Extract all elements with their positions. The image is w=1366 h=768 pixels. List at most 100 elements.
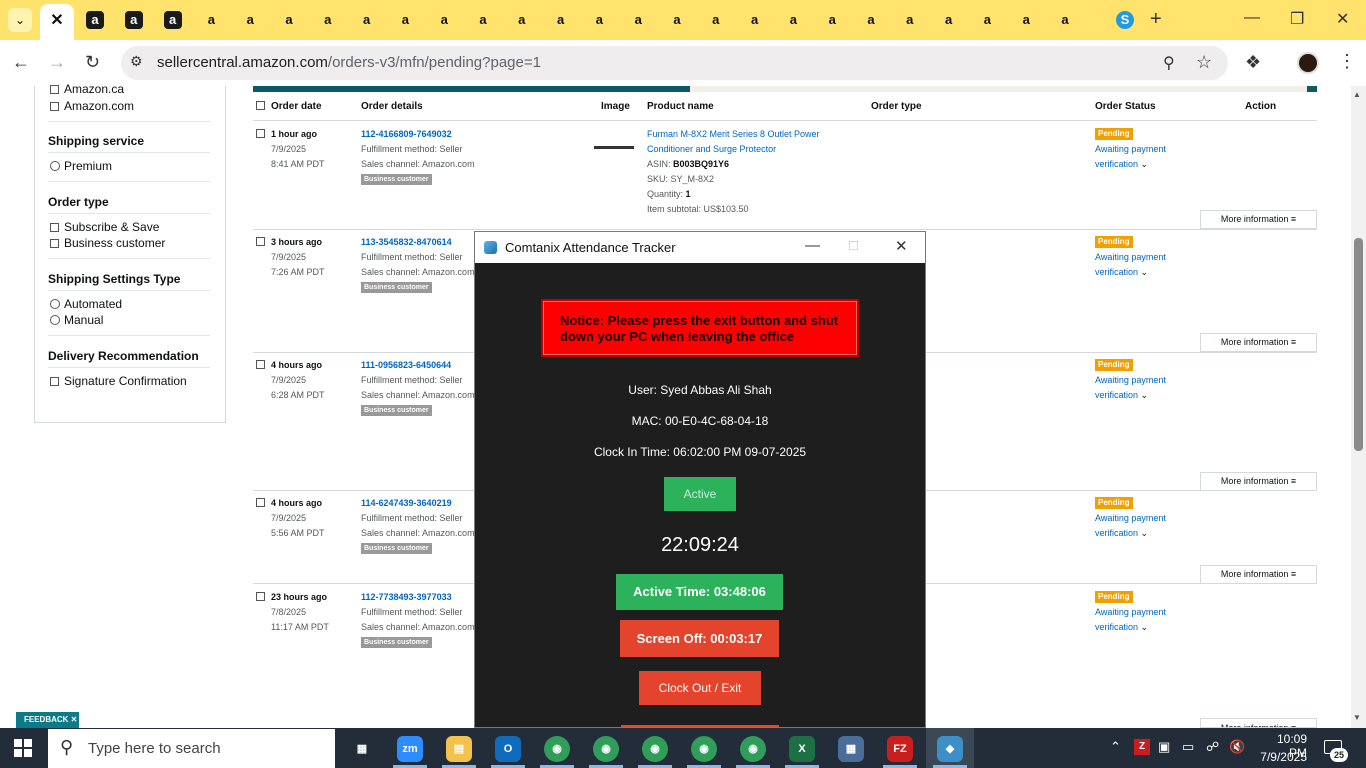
restore-icon[interactable]: ❐ [1290, 9, 1304, 29]
minimize-icon[interactable]: — [1244, 9, 1260, 27]
amazon-light-tab-icon[interactable]: a [202, 11, 220, 29]
order-id-link[interactable]: 111-0956823-6450644 [361, 360, 451, 370]
taskbar-chrome-icon[interactable]: ◉ [544, 736, 570, 762]
filter-marketplace-amazon-com[interactable]: Amazon.com [50, 99, 134, 113]
amazon-light-tab-icon[interactable]: a [940, 11, 958, 29]
volume-muted-icon[interactable]: 🔇 [1229, 739, 1245, 755]
tracker-title-bar[interactable]: Comtanix Attendance Tracker — □ ✕ [475, 232, 925, 263]
verification-dropdown[interactable]: verification ⌄ [1095, 622, 1148, 633]
taskbar-attendance-tracker-icon[interactable]: ◆ [937, 736, 963, 762]
amazon-light-tab-icon[interactable]: a [474, 11, 492, 29]
amazon-light-tab-icon[interactable]: a [823, 11, 841, 29]
active-tab-close-icon[interactable]: ✕ [40, 4, 74, 40]
amazon-light-tab-icon[interactable]: a [319, 11, 337, 29]
tracker-minimize-icon[interactable]: — [805, 237, 820, 254]
filter-automated[interactable]: Automated [50, 297, 122, 311]
amazon-dark-tab-icon[interactable]: a [86, 11, 104, 29]
filezilla-tray-icon[interactable]: Z [1134, 739, 1150, 755]
scroll-up-arrow-icon[interactable]: ▲ [1353, 90, 1361, 99]
order-row-checkbox[interactable] [256, 237, 265, 246]
profile-avatar[interactable] [1297, 52, 1319, 74]
amazon-light-tab-icon[interactable]: a [629, 11, 647, 29]
filter-subscribe-save[interactable]: Subscribe & Save [50, 220, 159, 234]
taskbar-excel-icon[interactable]: X [789, 736, 815, 762]
taskbar-filezilla-icon[interactable]: FZ [887, 736, 913, 762]
network-icon[interactable]: ☍ [1206, 739, 1219, 755]
amazon-light-tab-icon[interactable]: a [901, 11, 919, 29]
more-information-button[interactable]: More information ≡ [1200, 565, 1317, 584]
tray-chevron-icon[interactable]: ⌃ [1110, 739, 1121, 755]
tab-search-chevron-icon[interactable]: ⌄ [8, 8, 32, 32]
site-info-icon[interactable]: ⚙ [130, 53, 143, 70]
more-information-button[interactable]: More information ≡ [1200, 472, 1317, 491]
verification-dropdown[interactable]: verification ⌄ [1095, 390, 1148, 401]
filter-premium[interactable]: Premium [50, 159, 112, 173]
amazon-light-tab-icon[interactable]: a [746, 11, 764, 29]
status-active-button[interactable]: Active [664, 477, 736, 511]
amazon-light-tab-icon[interactable]: a [590, 11, 608, 29]
amazon-light-tab-icon[interactable]: a [552, 11, 570, 29]
back-arrow-icon[interactable]: ← [12, 52, 30, 73]
scrollbar-thumb[interactable] [1354, 238, 1363, 451]
amazon-light-tab-icon[interactable]: a [358, 11, 376, 29]
more-information-button[interactable]: More information ≡ [1200, 333, 1317, 352]
order-id-link[interactable]: 112-7738493-3977033 [361, 592, 452, 602]
tracker-close-icon[interactable]: ✕ [895, 237, 908, 255]
taskbar-date[interactable]: 7/9/2025 [1257, 750, 1307, 764]
select-all-checkbox[interactable] [256, 101, 265, 110]
taskbar-zoom-icon[interactable]: zm [397, 736, 423, 762]
scroll-down-arrow-icon[interactable]: ▼ [1353, 713, 1361, 722]
close-window-icon[interactable]: ✕ [1336, 9, 1349, 29]
amazon-light-tab-icon[interactable]: a [862, 11, 880, 29]
windows-start-icon[interactable] [14, 739, 32, 757]
more-information-button[interactable]: More information ≡ [1200, 210, 1317, 229]
filter-manual[interactable]: Manual [50, 313, 103, 327]
taskbar-task-view-icon[interactable]: ▦ [349, 736, 375, 762]
taskbar-outlook-icon[interactable]: O [495, 736, 521, 762]
extensions-puzzle-icon[interactable]: ❖ [1245, 52, 1261, 73]
awaiting-payment-link[interactable]: Awaiting payment [1095, 607, 1166, 617]
taskbar-chrome-icon[interactable]: ◉ [593, 736, 619, 762]
product-name-link[interactable]: Furman M-8X2 Merit Series 8 Outlet Power [647, 129, 820, 139]
url-text[interactable]: sellercentral.amazon.com/orders-v3/mfn/p… [157, 54, 541, 71]
amazon-light-tab-icon[interactable]: a [978, 11, 996, 29]
amazon-light-tab-icon[interactable]: a [1017, 11, 1035, 29]
amazon-light-tab-icon[interactable]: a [513, 11, 531, 29]
order-id-link[interactable]: 114-6247439-3640219 [361, 498, 452, 508]
amazon-light-tab-icon[interactable]: a [435, 11, 453, 29]
amazon-light-tab-icon[interactable]: a [707, 11, 725, 29]
clock-out-exit-button[interactable]: Clock Out / Exit [639, 671, 761, 705]
reload-icon[interactable]: ↻ [85, 52, 100, 73]
order-row-checkbox[interactable] [256, 592, 265, 601]
amazon-dark-tab-icon[interactable]: a [124, 11, 143, 29]
taskbar-calculator-icon[interactable]: ▦ [838, 736, 864, 762]
tray-app-icon[interactable]: ▣ [1158, 739, 1170, 755]
forward-arrow-icon[interactable]: → [48, 52, 66, 73]
feedback-button[interactable]: FEEDBACK ✕ [16, 712, 79, 728]
new-tab-plus-icon[interactable]: + [1150, 8, 1162, 31]
taskbar-file-explorer-icon[interactable]: ▤ [446, 736, 472, 762]
taskbar-chrome-icon[interactable]: ◉ [642, 736, 668, 762]
order-id-link[interactable]: 112-4166809-7649032 [361, 129, 452, 139]
skype-tab-icon[interactable]: S [1116, 11, 1134, 29]
verification-dropdown[interactable]: verification ⌄ [1095, 159, 1148, 170]
verification-dropdown[interactable]: verification ⌄ [1095, 528, 1148, 539]
order-row-checkbox[interactable] [256, 360, 265, 369]
battery-icon[interactable]: ▭ [1182, 739, 1194, 755]
amazon-light-tab-icon[interactable]: a [241, 11, 259, 29]
bookmark-star-icon[interactable]: ☆ [1196, 52, 1212, 73]
filter-marketplace-amazon-ca[interactable]: Amazon.ca [50, 82, 124, 96]
taskbar-chrome-icon[interactable]: ◉ [691, 736, 717, 762]
header-order-date[interactable]: Order date [271, 101, 322, 112]
verification-dropdown[interactable]: verification ⌄ [1095, 267, 1148, 278]
amazon-light-tab-icon[interactable]: a [1056, 11, 1074, 29]
order-id-link[interactable]: 113-3545832-8470614 [361, 237, 452, 247]
awaiting-payment-link[interactable]: Awaiting payment [1095, 375, 1166, 385]
filter-business-customer[interactable]: Business customer [50, 236, 165, 250]
order-row-checkbox[interactable] [256, 498, 265, 507]
amazon-light-tab-icon[interactable]: a [280, 11, 298, 29]
awaiting-payment-link[interactable]: Awaiting payment [1095, 144, 1166, 154]
amazon-dark-tab-icon[interactable]: a [163, 11, 182, 29]
zoom-search-icon[interactable]: ⚲ [1163, 53, 1175, 73]
taskbar-search-placeholder[interactable]: Type here to search [88, 740, 221, 757]
